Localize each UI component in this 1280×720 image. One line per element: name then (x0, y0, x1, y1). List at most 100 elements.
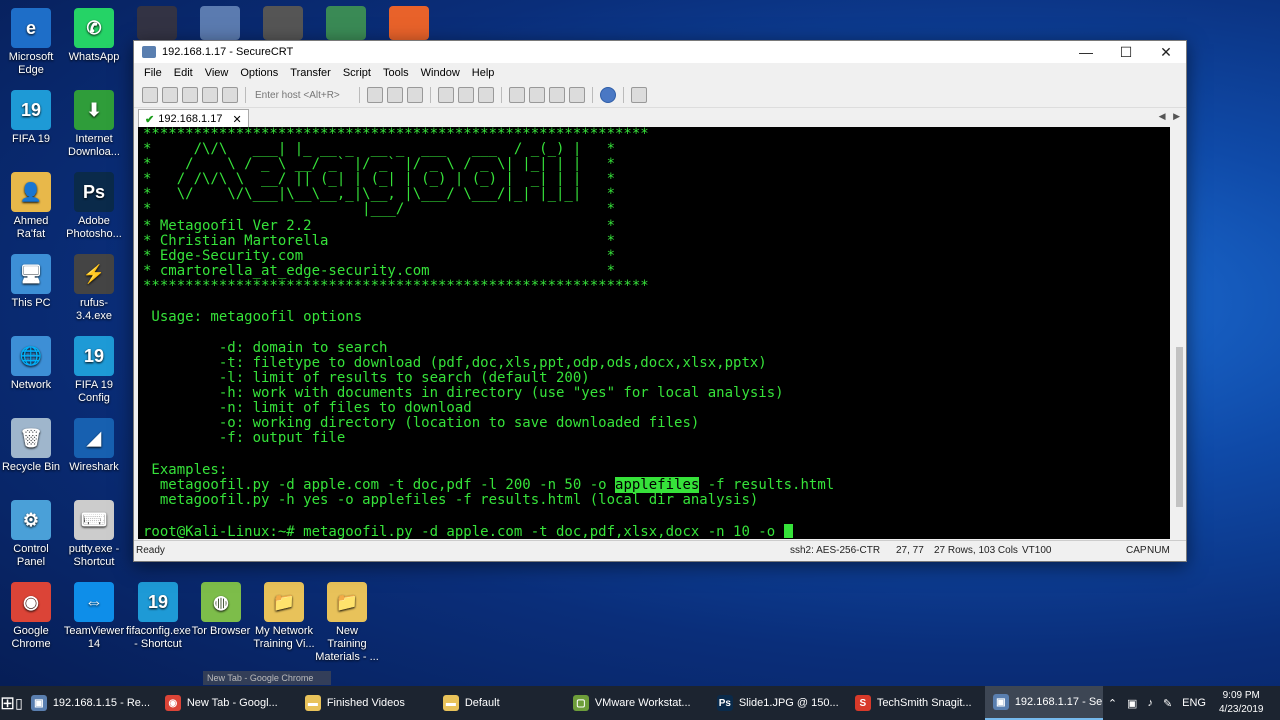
gear-icon[interactable] (137, 6, 177, 40)
host-input[interactable] (251, 88, 354, 102)
status-cursor-pos: 27, 77 (896, 545, 924, 556)
idm-icon: ⬇ (74, 90, 114, 130)
print-screen-icon[interactable] (458, 87, 474, 103)
minimize-button[interactable]: — (1066, 44, 1106, 60)
tab-scroll-arrows[interactable]: ◀ ▶ (1159, 111, 1180, 122)
print-icon[interactable] (438, 87, 454, 103)
menu-edit[interactable]: Edit (168, 67, 199, 79)
taskbar-item[interactable]: ▣ 192.168.1.17 - Se... (984, 686, 1103, 720)
desktop-icon[interactable]: ⇔ TeamViewer 14 (62, 582, 126, 651)
task-view-icon[interactable]: ▯ (15, 695, 23, 712)
desktop-icon-label: putty.exe - Shortcut (68, 543, 120, 568)
desktop-icon-label: Google Chrome (11, 625, 51, 650)
desktop-icon[interactable]: 🌐 Network (0, 336, 63, 392)
connect-tab-icon[interactable] (182, 87, 198, 103)
desktop-icon[interactable]: ✆ WhatsApp (62, 8, 126, 64)
taskbar-items: ▣ 192.168.1.15 - Re... ◉ New Tab - Googl...… (23, 686, 1103, 720)
quick-connect-icon[interactable] (162, 87, 178, 103)
copy-icon[interactable] (367, 87, 383, 103)
terminal-output[interactable]: ****************************************… (138, 127, 1170, 539)
edge-icon: e (11, 8, 51, 48)
taskbar-item[interactable]: S TechSmith Snagit... (847, 686, 985, 720)
taskbar-item[interactable]: ▣ 192.168.1.15 - Re... (23, 686, 157, 720)
pen-icon[interactable]: ✎ (1158, 697, 1177, 710)
command-prompt[interactable]: root@Kali-Linux:~# metagoofil.py -d appl… (143, 524, 793, 539)
desktop-icon-label: Microsoft Edge (8, 51, 54, 76)
desktop-icon[interactable]: ⌨ putty.exe - Shortcut (62, 500, 126, 569)
clock[interactable]: 9:09 PM 4/23/2019 (1211, 689, 1272, 717)
global-options-icon[interactable] (529, 87, 545, 103)
desktop-icon[interactable]: ◢ Wireshark (62, 418, 126, 474)
scrollbar-thumb[interactable] (1176, 347, 1183, 507)
taskbar-item-label: 192.168.1.15 - Re... (52, 697, 151, 709)
tab-close-icon[interactable]: ✕ (232, 113, 241, 126)
desktop-icon[interactable]: ⚙ Control Panel (0, 500, 63, 569)
menu-tools[interactable]: Tools (377, 67, 415, 79)
putty-icon: ⌨ (74, 500, 114, 540)
reconnect-icon[interactable] (202, 87, 218, 103)
desktop-icon[interactable]: ◍ Tor Browser (189, 582, 253, 638)
desktop-icon[interactable]: 🗑 Recycle Bin (0, 418, 63, 474)
print-setup-icon[interactable] (478, 87, 494, 103)
volume-icon[interactable]: ♪ (1142, 697, 1158, 709)
menu-options[interactable]: Options (234, 67, 284, 79)
sftp-icon[interactable] (549, 87, 565, 103)
taskbar-item[interactable]: ◉ New Tab - Googl... (157, 686, 297, 720)
toolbar-divider (430, 87, 431, 103)
desktop-icon-label: Ahmed Ra'fat (13, 215, 49, 240)
sync-icon[interactable] (326, 6, 366, 40)
disconnect-icon[interactable] (222, 87, 238, 103)
taskbar-item[interactable]: ▬ Finished Videos (297, 686, 435, 720)
desktop-icon-label: New Training Materials - ... (315, 625, 379, 663)
desktop-icon[interactable]: ⬇ Internet Downloa... (62, 90, 126, 159)
notifications-icon[interactable]: ✉ (1272, 697, 1280, 710)
desktop-icon-label: TeamViewer 14 (63, 625, 125, 650)
start-button[interactable]: ⊞ (0, 693, 15, 714)
menu-script[interactable]: Script (337, 67, 377, 79)
paste-icon[interactable] (387, 87, 403, 103)
desktop-icon[interactable]: 📁 New Training Materials - ... (315, 582, 379, 664)
desktop-icon[interactable]: 19 FIFA 19 Config (62, 336, 126, 405)
help-icon[interactable] (600, 87, 616, 103)
toolbar (134, 83, 1186, 108)
desktop-icon[interactable]: 🖥 This PC (0, 254, 63, 310)
desktop-icon[interactable]: ⚡ rufus-3.4.exe (62, 254, 126, 323)
app-icon[interactable] (263, 6, 303, 40)
menu-help[interactable]: Help (466, 67, 501, 79)
network-icon[interactable] (200, 6, 240, 40)
keymap-icon[interactable] (569, 87, 585, 103)
vertical-scrollbar[interactable] (1173, 127, 1186, 539)
desktop-icon-label: FIFA 19 (12, 133, 50, 145)
desktop-icon-label: Internet Downloa... (68, 133, 120, 158)
title-bar[interactable]: 192.168.1.17 - SecureCRT — ☐ ✕ (134, 41, 1186, 63)
desktop-icon[interactable]: e Microsoft Edge (0, 8, 63, 77)
show-hidden-icons-icon[interactable]: ⌃ (1103, 697, 1122, 710)
desktop-icon[interactable]: 👤 Ahmed Ra'fat (0, 172, 63, 241)
folder-icon: ▬ (442, 695, 459, 711)
desktop-icon[interactable]: 19 fifaconfig.exe - Shortcut (126, 582, 191, 651)
menu-transfer[interactable]: Transfer (284, 67, 337, 79)
taskbar-item[interactable]: ▬ Default (435, 686, 565, 720)
find-icon[interactable] (407, 87, 423, 103)
session-options-icon[interactable] (509, 87, 525, 103)
screenshot-icon[interactable] (631, 87, 647, 103)
connect-icon[interactable] (142, 87, 158, 103)
firefox-icon[interactable] (389, 6, 429, 40)
maximize-button[interactable]: ☐ (1106, 44, 1146, 61)
menu-window[interactable]: Window (415, 67, 466, 79)
toolbar-divider (623, 87, 624, 103)
session-tab[interactable]: ✔ 192.168.1.17 ✕ (138, 109, 249, 128)
menu-file[interactable]: File (138, 67, 168, 79)
whatsapp-icon: ✆ (74, 8, 114, 48)
close-button[interactable]: ✕ (1146, 44, 1186, 61)
network-icon[interactable]: ▣ (1122, 697, 1142, 710)
desktop-icon[interactable]: 📁 My Network Training Vi... (252, 582, 316, 651)
taskbar-item[interactable]: Ps Slide1.JPG @ 150... (709, 686, 847, 720)
taskbar-item[interactable]: ▢ VMware Workstat... (565, 686, 709, 720)
menu-view[interactable]: View (199, 67, 235, 79)
language-indicator[interactable]: ENG (1177, 697, 1211, 709)
clock-date: 4/23/2019 (1219, 704, 1264, 715)
desktop-icon[interactable]: ◉ Google Chrome (0, 582, 63, 651)
desktop-icon[interactable]: 19 FIFA 19 (0, 90, 63, 146)
desktop-icon[interactable]: Ps Adobe Photosho... (62, 172, 126, 241)
